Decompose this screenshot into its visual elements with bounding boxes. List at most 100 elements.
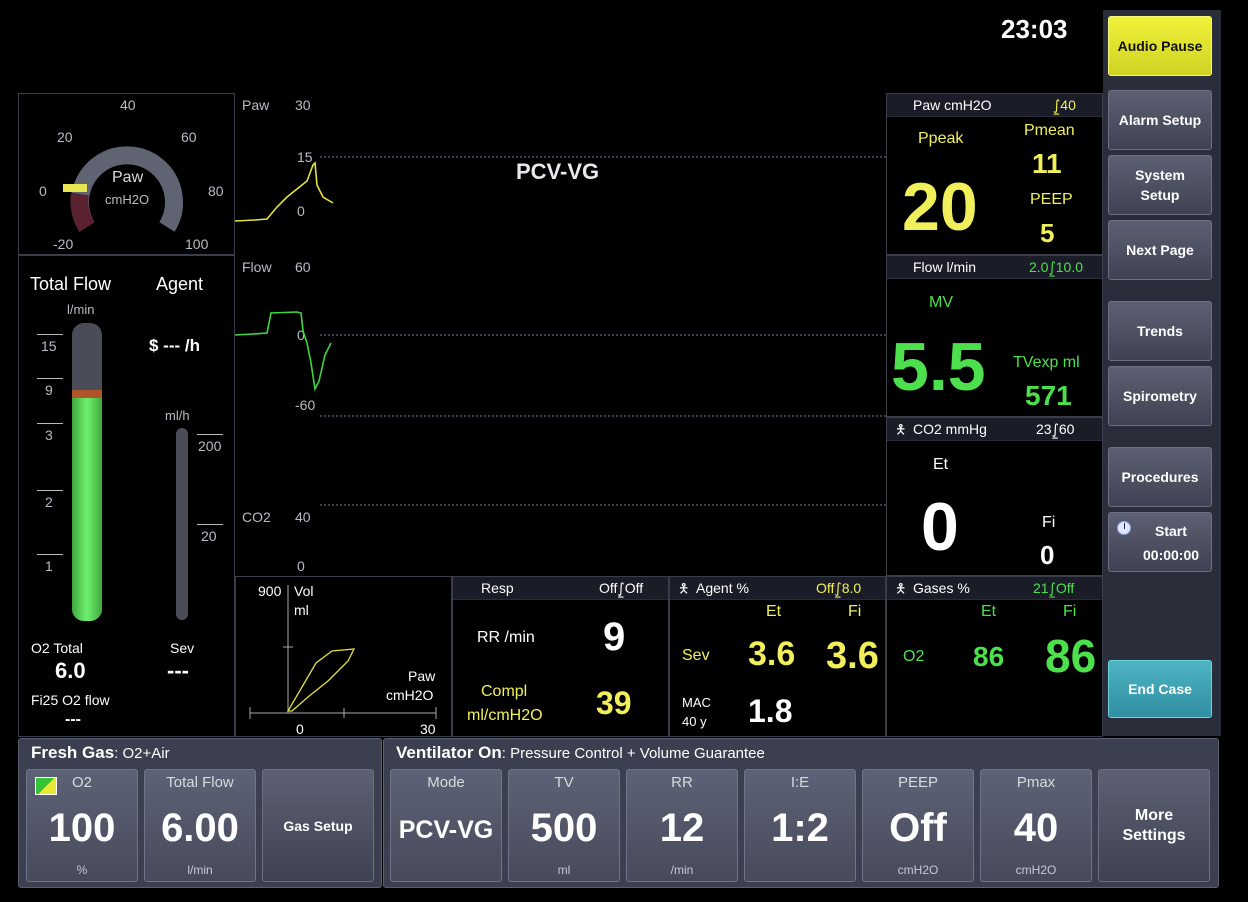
co2-wave-zero: 0: [297, 558, 305, 574]
co2-alarm-limits: 23⨜60: [1036, 421, 1075, 437]
o2-setting-label: O2: [71, 774, 92, 791]
pmax-setting-value: 40: [1013, 806, 1059, 850]
agent-sev-et-value: 3.6: [748, 635, 796, 673]
peep-setting-button[interactable]: PEEP Off cmH2O: [862, 769, 974, 882]
pmean-label: Pmean: [1024, 122, 1075, 139]
resp-header: Resp Off⨜Off: [453, 577, 668, 600]
scale-mark: [37, 378, 63, 379]
ie-setting-label: I:E: [790, 774, 810, 791]
pv-loop: [249, 585, 437, 719]
scale-15: 15: [41, 338, 57, 354]
paw-numeric-title: Paw cmH2O: [913, 97, 992, 113]
audio-pause-button[interactable]: Audio Pause: [1108, 16, 1212, 76]
fresh-gas-mix: : O2+Air: [114, 745, 170, 762]
compl-unit: ml/cmH2O: [467, 707, 543, 724]
loop-y-label: Vol: [294, 583, 314, 599]
tv-setting-label: TV: [554, 774, 574, 791]
gauge-tick-80: 80: [208, 183, 224, 199]
start-label: Start: [1155, 523, 1187, 539]
compl-value: 39: [596, 685, 632, 721]
gauge-low-zone: [70, 192, 95, 232]
co2-numeric-header: 🯅 CO2 mmHg 23⨜60: [887, 418, 1102, 441]
ventilation-mode-label: PCV-VG: [516, 159, 600, 184]
fresh-gas-strip: Fresh Gas: O2+Air O2 100 % Total Flow 6.…: [18, 738, 382, 888]
end-case-button[interactable]: End Case: [1108, 660, 1212, 718]
fresh-gas-title: Fresh Gas: O2+Air: [31, 743, 170, 763]
o2-total-label: O2 Total: [31, 640, 83, 656]
peep-value: 5: [1040, 218, 1055, 248]
rr-setting-label: RR: [671, 774, 693, 791]
agent-title: Agent: [156, 274, 204, 294]
gauge-tick-40: 40: [120, 97, 136, 113]
total-flow-title: Total Flow: [30, 274, 112, 294]
gases-et-label: Et: [981, 603, 997, 620]
flow-numeric-title: Flow l/min: [913, 259, 977, 275]
agent-sev-label: Sev: [682, 647, 710, 664]
peep-setting-label: PEEP: [897, 774, 939, 791]
rr-setting-value: 12: [659, 806, 705, 850]
scale-1: 1: [45, 558, 53, 574]
o2-setting-button[interactable]: O2 100 %: [26, 769, 138, 882]
co2-wave-label: CO2: [242, 509, 271, 525]
mac-age: 40 y: [682, 714, 707, 729]
mv-label: MV: [929, 294, 953, 311]
loop-x-unit: cmH2O: [386, 687, 434, 703]
total-flow-setting-button[interactable]: Total Flow 6.00 l/min: [144, 769, 256, 882]
mv-value: 5.5: [891, 329, 986, 405]
system-setup-button[interactable]: System Setup: [1108, 155, 1212, 215]
gauge-unit: cmH2O: [105, 192, 150, 207]
ie-setting-button[interactable]: I:E 1:2: [744, 769, 856, 882]
more-settings-line2: Settings: [1122, 826, 1186, 844]
tvexp-label: TVexp ml: [1013, 354, 1080, 371]
agent-panel: 🯅 Agent % Off⨜8.0 Et Fi Sev 3.6 3.6 MAC …: [669, 576, 886, 737]
pmax-setting-button[interactable]: Pmax 40 cmH2O: [980, 769, 1092, 882]
co2-numeric-title: CO2 mmHg: [913, 421, 987, 437]
peep-setting-unit: cmH2O: [897, 863, 939, 877]
gases-fi-label: Fi: [1063, 603, 1077, 620]
loop-x-max: 30: [420, 721, 436, 737]
agent-header: 🯅 Agent % Off⨜8.0: [670, 577, 885, 600]
peep-label: PEEP: [1030, 191, 1073, 208]
agent-scale-200: 200: [198, 438, 222, 454]
flow-grid-line: [320, 334, 886, 336]
total-flow-setting-unit: l/min: [187, 863, 213, 877]
ventilator-title-label: Ventilator On: [396, 743, 502, 762]
total-flow-unit: l/min: [67, 302, 95, 317]
gases-o2-et-value: 86: [973, 641, 1005, 672]
spirometry-button[interactable]: Spirometry: [1108, 366, 1212, 426]
agent-alarm-limits: Off⨜8.0: [816, 580, 862, 596]
ie-setting-value: 1:2: [771, 806, 829, 850]
rr-setting-button[interactable]: RR 12 /min: [626, 769, 738, 882]
mac-value: 1.8: [748, 693, 793, 729]
gases-panel: 🯅 Gases % 21⨜Off Et Fi O2 86 86: [886, 576, 1103, 737]
fi25-value: ---: [65, 711, 81, 728]
pv-loop-panel: 900 Vol ml Paw cmH2O 0 30: [235, 576, 452, 737]
case-timer-button[interactable]: Start 00:00:00: [1108, 512, 1212, 572]
vent-mode-button[interactable]: Mode PCV-VG: [390, 769, 502, 882]
procedures-button[interactable]: Procedures: [1108, 447, 1212, 507]
more-settings-line1: More: [1134, 806, 1174, 824]
more-settings-button[interactable]: More Settings: [1098, 769, 1210, 882]
sev-value: ---: [167, 658, 189, 683]
rr-label: RR /min: [477, 629, 535, 646]
flow-numeric-header: Flow l/min 2.0⨜10.0: [887, 256, 1102, 279]
ventilator-mode-description: : Pressure Control + Volume Guarantee: [501, 745, 765, 762]
rr-setting-unit: /min: [670, 863, 694, 877]
ppeak-value: 20: [902, 169, 978, 245]
scale-9: 9: [45, 382, 53, 398]
alarm-setup-button[interactable]: Alarm Setup: [1108, 90, 1212, 150]
o2-flow-float: [72, 389, 102, 398]
total-flow-panel: Total Flow l/min Agent $ --- /h 15 9 3 2…: [18, 255, 235, 737]
scale-mark: [37, 423, 63, 424]
co2-fi-label: Fi: [1042, 514, 1056, 531]
gas-setup-button[interactable]: Gas Setup: [262, 769, 374, 882]
co2-et-value: 0: [921, 489, 959, 565]
paw-numeric-header: Paw cmH2O ⨜40: [887, 94, 1102, 117]
tv-setting-button[interactable]: TV 500 ml: [508, 769, 620, 882]
trends-button[interactable]: Trends: [1108, 301, 1212, 361]
person-icon: 🯅: [895, 422, 907, 437]
gauge-tick-100: 100: [185, 236, 209, 252]
agent-sev-fi-value: 3.6: [826, 635, 879, 677]
next-page-button[interactable]: Next Page: [1108, 220, 1212, 280]
gauge-tick-20: 20: [57, 129, 73, 145]
